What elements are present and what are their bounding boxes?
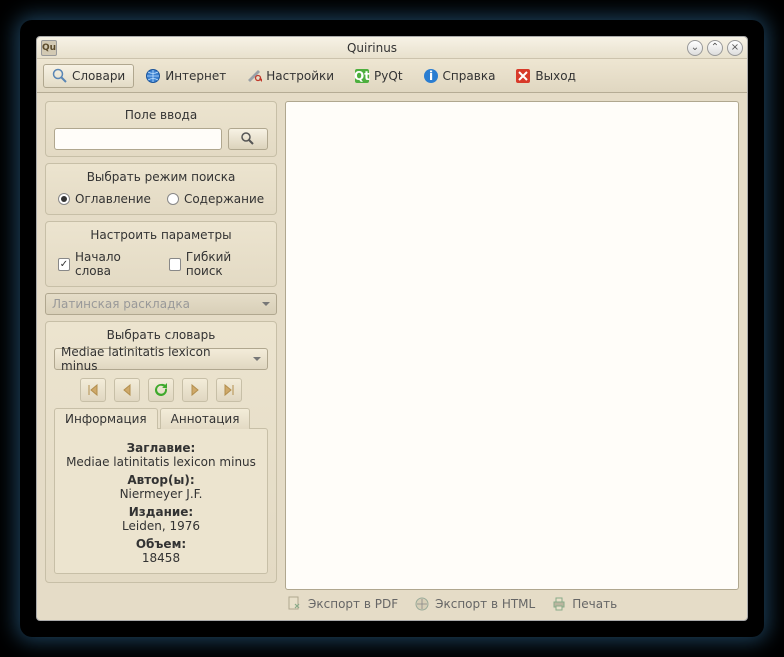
svg-text:Qt: Qt [354, 69, 370, 83]
mode-panel: Выбрать режим поиска Оглавление Содержан… [45, 163, 277, 215]
export-label: Экспорт в HTML [435, 597, 535, 611]
tab-internet[interactable]: Интернет [136, 64, 235, 88]
layout-select: Латинская раскладка [45, 293, 277, 315]
tab-pyqt[interactable]: Qt PyQt [345, 64, 412, 88]
tab-label: Интернет [165, 69, 226, 83]
nav-last-icon [221, 382, 237, 398]
info-box: Заглавие: Mediae latinitatis lexicon min… [54, 428, 268, 574]
nav-prev-icon [119, 382, 135, 398]
export-label: Печать [572, 597, 617, 611]
magnifier-icon [240, 131, 256, 147]
nav-next-button[interactable] [182, 378, 208, 402]
checkbox-icon [58, 258, 70, 271]
radio-bullet-icon [167, 193, 179, 205]
checkbox-icon [169, 258, 181, 271]
minimize-button[interactable]: ⌄ [687, 40, 703, 56]
tab-dictionaries[interactable]: Словари [43, 64, 134, 88]
search-button[interactable] [228, 128, 268, 150]
check-word-start[interactable]: Начало слова [58, 250, 153, 278]
pdf-icon [287, 596, 303, 612]
tab-info[interactable]: Информация [54, 408, 158, 429]
radio-content[interactable]: Содержание [167, 192, 264, 206]
radio-toc[interactable]: Оглавление [58, 192, 151, 206]
tab-label: Настройки [266, 69, 334, 83]
params-panel-title: Настроить параметры [54, 228, 268, 242]
search-input[interactable] [54, 128, 222, 150]
tab-label: Словари [72, 69, 125, 83]
nav-prev-button[interactable] [114, 378, 140, 402]
radio-label: Оглавление [75, 192, 151, 206]
export-label: Экспорт в PDF [308, 597, 398, 611]
check-flexible[interactable]: Гибкий поиск [169, 250, 264, 278]
input-panel-title: Поле ввода [54, 108, 268, 122]
result-viewer[interactable] [285, 101, 739, 590]
select-value: Mediae latinitatis lexicon minus [61, 345, 249, 373]
close-button[interactable]: × [727, 40, 743, 56]
select-value: Латинская раскладка [52, 297, 190, 311]
nav-last-button[interactable] [216, 378, 242, 402]
nav-next-icon [187, 382, 203, 398]
maximize-button[interactable]: ⌃ [707, 40, 723, 56]
tab-label: Выход [535, 69, 575, 83]
radio-bullet-icon [58, 193, 70, 205]
tab-label: Справка [443, 69, 496, 83]
tab-annotation[interactable]: Аннотация [160, 408, 251, 429]
info-author-value: Niermeyer J.F. [120, 487, 203, 501]
export-html-button[interactable]: Экспорт в HTML [414, 596, 535, 612]
wrench-icon [246, 68, 262, 84]
info-edition-label: Издание: [63, 505, 259, 519]
toolbar: Словари Интернет Настройки Qt PyQt i Спр… [37, 59, 747, 93]
svg-text:i: i [428, 69, 432, 83]
info-icon: i [423, 68, 439, 84]
printer-icon [551, 596, 567, 612]
tab-help[interactable]: i Справка [414, 64, 505, 88]
info-edition-value: Leiden, 1976 [122, 519, 200, 533]
tab-settings[interactable]: Настройки [237, 64, 343, 88]
refresh-icon [153, 382, 169, 398]
titlebar: Qu Quirinus ⌄ ⌃ × [37, 37, 747, 59]
info-volume-label: Объем: [63, 537, 259, 551]
app-icon: Qu [41, 40, 57, 56]
mode-panel-title: Выбрать режим поиска [54, 170, 268, 184]
info-title-value: Mediae latinitatis lexicon minus [66, 455, 256, 469]
html-icon [414, 596, 430, 612]
dict-panel: Выбрать словарь Mediae latinitatis lexic… [45, 321, 277, 583]
tab-label: PyQt [374, 69, 403, 83]
globe-icon [145, 68, 161, 84]
export-pdf-button[interactable]: Экспорт в PDF [287, 596, 398, 612]
radio-label: Содержание [184, 192, 264, 206]
magnifier-icon [52, 68, 68, 84]
tab-exit[interactable]: Выход [506, 64, 584, 88]
app-window: Qu Quirinus ⌄ ⌃ × Словари Интернет Настр… [36, 36, 748, 621]
exit-icon [515, 68, 531, 84]
nav-first-button[interactable] [80, 378, 106, 402]
export-row: Экспорт в PDF Экспорт в HTML Печать [285, 590, 739, 612]
check-label: Начало слова [75, 250, 153, 278]
params-panel: Настроить параметры Начало слова Гибкий … [45, 221, 277, 287]
dict-select[interactable]: Mediae latinitatis lexicon minus [54, 348, 268, 370]
info-author-label: Автор(ы): [63, 473, 259, 487]
window-title: Quirinus [61, 41, 683, 55]
info-title-label: Заглавие: [63, 441, 259, 455]
print-button[interactable]: Печать [551, 596, 617, 612]
check-label: Гибкий поиск [186, 250, 264, 278]
nav-first-icon [85, 382, 101, 398]
dict-panel-title: Выбрать словарь [54, 328, 268, 342]
qt-icon: Qt [354, 68, 370, 84]
info-volume-value: 18458 [142, 551, 180, 565]
refresh-button[interactable] [148, 378, 174, 402]
input-panel: Поле ввода [45, 101, 277, 157]
